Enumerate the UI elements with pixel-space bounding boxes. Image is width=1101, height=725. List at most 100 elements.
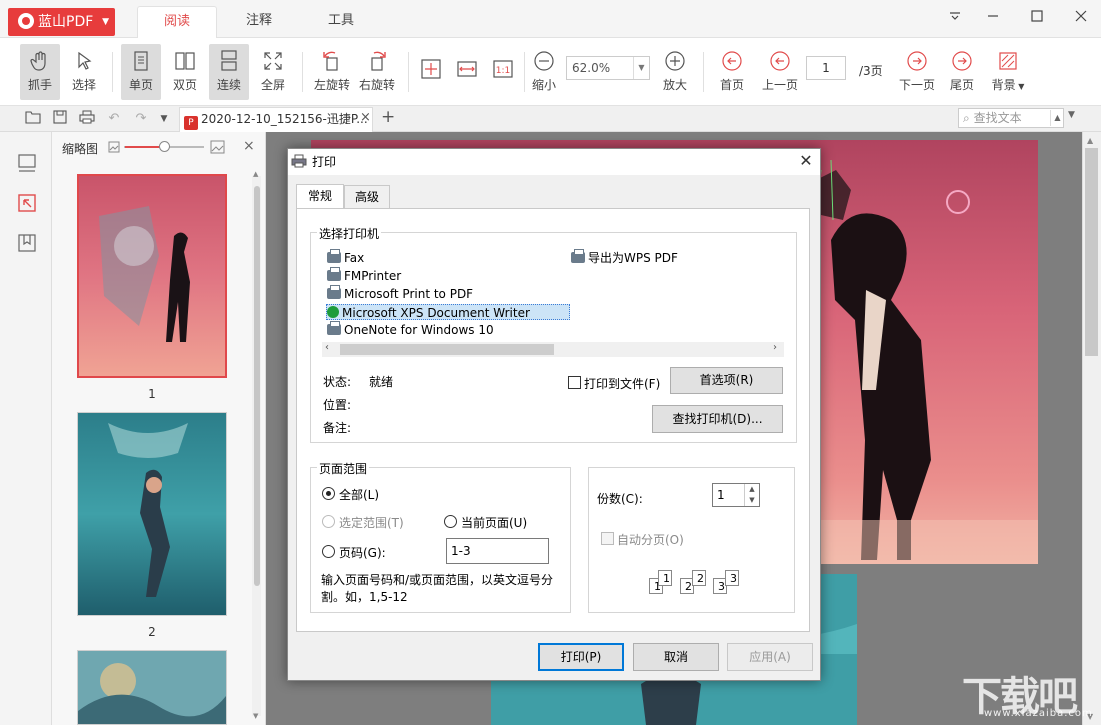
sidebar-scroll-thumb[interactable]: [254, 186, 260, 586]
pages-input[interactable]: 1-3: [446, 538, 549, 564]
all-pages-radio[interactable]: [322, 487, 335, 500]
next-page-icon: [906, 50, 928, 72]
print-button[interactable]: 打印(P): [538, 643, 624, 671]
scroll-up-icon[interactable]: ▲: [1087, 136, 1093, 145]
svg-text:1:1: 1:1: [496, 66, 510, 76]
status-value: 就绪: [369, 373, 393, 390]
print-icon[interactable]: [78, 110, 96, 128]
watermark-url: www.xiazaiba.com: [984, 708, 1093, 719]
collate-page-icon: 3: [725, 570, 739, 586]
actual-size-icon[interactable]: 1:1: [492, 58, 514, 80]
left-rail: [0, 132, 52, 725]
undo-icon[interactable]: ↶: [105, 110, 123, 128]
dialog-tab-advanced[interactable]: 高级: [344, 185, 390, 209]
single-page-button[interactable]: 单页: [121, 44, 161, 100]
watermark-logo: 下载吧 www.xiazaiba.com: [962, 664, 1092, 722]
dialog-close-icon[interactable]: ✕: [796, 151, 816, 171]
page-thumbnail-1[interactable]: [77, 174, 227, 378]
continuous-button[interactable]: 连续: [209, 44, 249, 100]
prev-page-icon: [769, 50, 791, 72]
copies-down-icon[interactable]: ▼: [744, 495, 759, 506]
rotate-left-button[interactable]: 左旋转: [312, 44, 352, 100]
folder-open-icon[interactable]: [24, 110, 42, 128]
printer-name: Microsoft Print to PDF: [344, 287, 473, 301]
select-button[interactable]: 选择: [64, 44, 104, 100]
page-thumbnail-3[interactable]: [77, 650, 227, 725]
dialog-tab-general[interactable]: 常规: [296, 184, 344, 209]
zoom-out-button[interactable]: 缩小: [524, 44, 564, 100]
printer-item[interactable]: Microsoft Print to PDF: [327, 286, 473, 302]
app-logo-menu[interactable]: 蓝山PDF ▼: [8, 8, 115, 36]
tab-tools[interactable]: 工具: [304, 6, 378, 38]
sidebar-title: 缩略图: [62, 140, 98, 157]
slider-handle[interactable]: [159, 141, 170, 152]
printer-item-selected[interactable]: Microsoft XPS Document Writer: [326, 304, 570, 320]
location-label: 位置:: [323, 396, 351, 413]
search-input[interactable]: ⌕ 查找文本: [958, 108, 1064, 128]
preferences-button[interactable]: 首选项(R): [670, 367, 783, 394]
zoom-select[interactable]: 62.0% ▼: [566, 56, 650, 80]
grab-button[interactable]: 抓手: [20, 44, 60, 100]
continuous-label: 连续: [217, 78, 241, 92]
chevron-down-icon[interactable]: ▼: [1068, 110, 1075, 120]
redo-icon[interactable]: ↷: [132, 110, 150, 128]
first-page-button[interactable]: 首页: [712, 44, 752, 100]
menu-down-icon[interactable]: [944, 8, 966, 30]
scroll-up-icon[interactable]: ▲: [253, 170, 258, 178]
page-thumbnail-2[interactable]: [77, 412, 227, 616]
copies-up-icon[interactable]: ▲: [744, 484, 759, 495]
page-number-input[interactable]: 1: [806, 56, 846, 80]
restore-icon[interactable]: [1026, 8, 1048, 30]
fullscreen-button[interactable]: 全屏: [253, 44, 293, 100]
scroll-left-icon[interactable]: ‹: [325, 342, 329, 353]
printer-icon: [327, 270, 341, 281]
scroll-down-icon[interactable]: ▼: [253, 712, 258, 720]
minimize-icon[interactable]: [982, 8, 1004, 30]
double-page-button[interactable]: 双页: [165, 44, 205, 100]
fit-page-icon[interactable]: [420, 58, 442, 80]
prev-page-button[interactable]: 上一页: [760, 44, 800, 100]
rotate-right-button[interactable]: 右旋转: [357, 44, 397, 100]
rotate-right-label: 右旋转: [359, 78, 395, 92]
save-icon[interactable]: [51, 110, 69, 128]
bookmark-panel-icon[interactable]: [16, 232, 38, 254]
print-to-file-checkbox[interactable]: [568, 376, 581, 389]
next-page-button[interactable]: 下一页: [897, 44, 937, 100]
printer-item[interactable]: FMPrinter: [327, 268, 401, 284]
fit-width-icon[interactable]: [456, 58, 478, 80]
printer-item[interactable]: Fax: [327, 250, 364, 266]
background-button[interactable]: 背景 ▼: [986, 44, 1030, 100]
apply-button[interactable]: 应用(A): [727, 643, 813, 671]
last-page-button[interactable]: 尾页: [942, 44, 982, 100]
zoom-in-icon: [664, 50, 686, 72]
collate-checkbox[interactable]: [601, 532, 614, 545]
search-options-icon[interactable]: ▲: [1050, 110, 1064, 126]
sidebar-close-icon[interactable]: ×: [243, 138, 255, 154]
find-printer-button[interactable]: 查找打印机(D)...: [652, 405, 783, 433]
thumbnail-large-icon[interactable]: [210, 140, 225, 157]
printer-item[interactable]: 导出为WPS PDF: [571, 250, 678, 266]
current-page-radio[interactable]: [444, 515, 457, 528]
selection-radio[interactable]: [322, 515, 335, 528]
printer-item[interactable]: OneNote for Windows 10: [327, 322, 494, 338]
cancel-button[interactable]: 取消: [633, 643, 719, 671]
scroll-right-icon[interactable]: ›: [773, 342, 777, 353]
tab-annotate[interactable]: 注释: [222, 6, 296, 38]
pages-panel-icon[interactable]: [16, 152, 38, 174]
collate-page-icon: 2: [692, 570, 706, 586]
new-tab-icon[interactable]: +: [381, 107, 395, 127]
app-name: 蓝山PDF: [38, 14, 93, 30]
tab-close-icon[interactable]: ×: [360, 110, 371, 125]
close-icon[interactable]: [1070, 8, 1092, 30]
pages-radio[interactable]: [322, 545, 335, 558]
document-scroll-thumb[interactable]: [1085, 148, 1098, 356]
chevron-down-icon: ▼: [102, 8, 109, 36]
zoom-in-button[interactable]: 放大: [655, 44, 695, 100]
thumbnail-panel-icon[interactable]: [16, 192, 38, 214]
tab-read[interactable]: 阅读: [137, 6, 217, 38]
thumbnail-small-icon[interactable]: [108, 141, 120, 156]
document-tab[interactable]: P2020-12-10_152156-迅捷P...: [179, 107, 373, 132]
printer-icon: [571, 252, 585, 263]
chevron-down-icon[interactable]: ▼: [155, 110, 173, 128]
printer-list-scroll-thumb[interactable]: [340, 344, 554, 355]
